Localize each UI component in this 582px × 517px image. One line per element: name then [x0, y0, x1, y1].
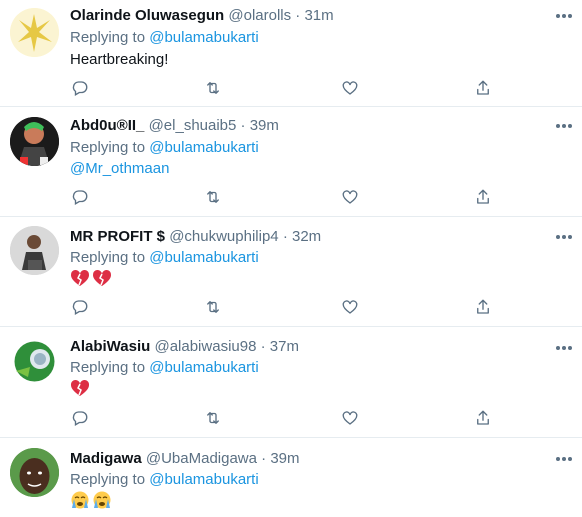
- display-name[interactable]: Madigawa: [70, 450, 142, 467]
- broken-heart-icon: [70, 379, 90, 397]
- handle[interactable]: @UbaMadigawa: [146, 450, 257, 467]
- tweet-text: [70, 490, 114, 510]
- display-name[interactable]: AlabiWasiu: [70, 338, 150, 355]
- like-icon[interactable]: [340, 187, 360, 207]
- display-name[interactable]: MR PROFIT $: [70, 228, 165, 245]
- avatar[interactable]: [10, 337, 59, 386]
- handle[interactable]: @alabiwasiu98: [154, 338, 256, 355]
- tweet-text: [70, 268, 114, 288]
- more-icon[interactable]: [554, 9, 574, 23]
- retweet-icon[interactable]: [203, 297, 223, 317]
- avatar[interactable]: [10, 226, 59, 275]
- replying-to: Replying to @bulamabukarti: [70, 28, 259, 48]
- reply-mention-link[interactable]: @bulamabukarti: [149, 471, 258, 488]
- action-bar: [70, 297, 510, 317]
- share-icon[interactable]: [473, 297, 493, 317]
- replying-to: Replying to @bulamabukarti: [70, 470, 259, 490]
- display-name[interactable]: Olarinde Oluwasegun: [70, 7, 224, 24]
- share-icon[interactable]: [473, 408, 493, 428]
- like-icon[interactable]: [340, 78, 360, 98]
- tweet[interactable]: Madigawa @UbaMadigawa · 39m Replying to …: [0, 438, 582, 517]
- avatar[interactable]: [10, 448, 59, 497]
- reply-icon[interactable]: [70, 297, 90, 317]
- timestamp[interactable]: 32m: [292, 228, 321, 245]
- handle[interactable]: @chukwuphilip4: [169, 228, 278, 245]
- tweet-text: [70, 378, 92, 398]
- tweet[interactable]: MR PROFIT $ @chukwuphilip4 · 32m Replyin…: [0, 217, 582, 327]
- more-icon[interactable]: [554, 230, 574, 244]
- replying-to: Replying to @bulamabukarti: [70, 248, 259, 268]
- share-icon[interactable]: [473, 78, 493, 98]
- separator: ·: [261, 450, 267, 467]
- separator: ·: [295, 7, 301, 24]
- timestamp[interactable]: 37m: [270, 338, 299, 355]
- replying-to: Replying to @bulamabukarti: [70, 138, 259, 158]
- broken-heart-icon: [92, 269, 112, 287]
- timestamp[interactable]: 31m: [304, 7, 333, 24]
- crying-face-icon: [92, 491, 112, 509]
- replying-to-label: Replying to: [70, 139, 146, 156]
- replying-to-label: Replying to: [70, 29, 146, 46]
- crying-face-icon: [70, 491, 90, 509]
- timestamp[interactable]: 39m: [270, 450, 299, 467]
- tweet[interactable]: Olarinde Oluwasegun @olarolls · 31m Repl…: [0, 0, 582, 107]
- reply-mention-link[interactable]: @bulamabukarti: [149, 139, 258, 156]
- avatar[interactable]: [10, 117, 59, 166]
- separator: ·: [240, 117, 246, 134]
- display-name[interactable]: Abd0u®II_: [70, 117, 144, 134]
- handle[interactable]: @el_shuaib5: [149, 117, 237, 134]
- like-icon[interactable]: [340, 408, 360, 428]
- reply-icon[interactable]: [70, 78, 90, 98]
- more-icon[interactable]: [554, 119, 574, 133]
- separator: ·: [260, 338, 266, 355]
- broken-heart-icon: [70, 269, 90, 287]
- reply-mention-link[interactable]: @bulamabukarti: [149, 249, 258, 266]
- retweet-icon[interactable]: [203, 408, 223, 428]
- replying-to-label: Replying to: [70, 359, 146, 376]
- avatar[interactable]: [10, 8, 59, 57]
- like-icon[interactable]: [340, 297, 360, 317]
- action-bar: [70, 78, 510, 98]
- reply-mention-link[interactable]: @bulamabukarti: [149, 29, 258, 46]
- tweet[interactable]: Abd0u®II_ @el_shuaib5 · 39m Replying to …: [0, 107, 582, 217]
- retweet-icon[interactable]: [203, 78, 223, 98]
- reply-mention-link[interactable]: @bulamabukarti: [149, 359, 258, 376]
- replying-to-label: Replying to: [70, 249, 146, 266]
- mention-link[interactable]: @Mr_othmaan: [70, 159, 169, 179]
- reply-icon[interactable]: [70, 187, 90, 207]
- tweet-text: Heartbreaking!: [70, 51, 169, 68]
- handle[interactable]: @olarolls: [228, 7, 291, 24]
- retweet-icon[interactable]: [203, 187, 223, 207]
- timestamp[interactable]: 39m: [250, 117, 279, 134]
- reply-icon[interactable]: [70, 408, 90, 428]
- replying-to: Replying to @bulamabukarti: [70, 358, 259, 378]
- share-icon[interactable]: [473, 187, 493, 207]
- replying-to-label: Replying to: [70, 471, 146, 488]
- more-icon[interactable]: [554, 341, 574, 355]
- more-icon[interactable]: [554, 452, 574, 466]
- separator: ·: [282, 228, 288, 245]
- action-bar: [70, 187, 510, 207]
- tweet[interactable]: AlabiWasiu @alabiwasiu98 · 37m Replying …: [0, 327, 582, 438]
- action-bar: [70, 408, 510, 428]
